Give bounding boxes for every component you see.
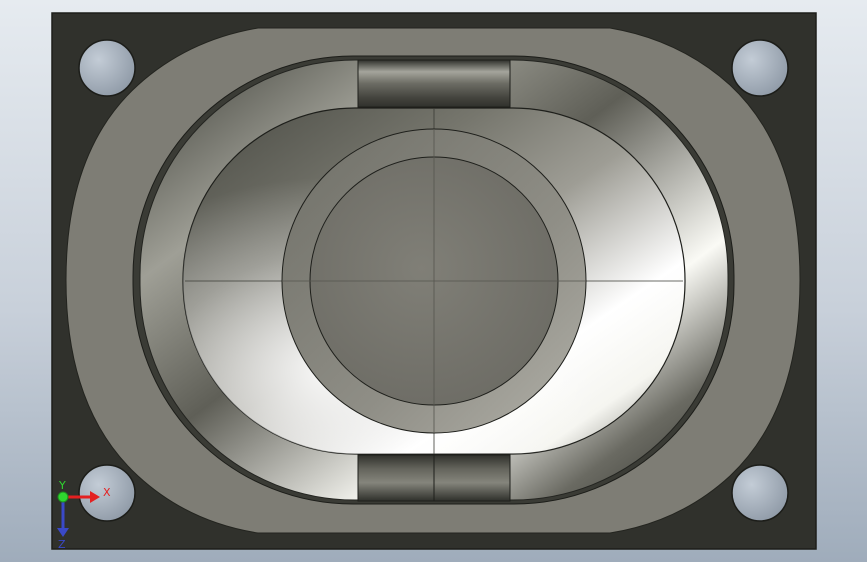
x-axis-label: X bbox=[103, 486, 111, 499]
cad-viewport[interactable]: X Y Z bbox=[0, 0, 867, 562]
mounting-hole-top-right[interactable] bbox=[731, 39, 789, 97]
y-axis-dot bbox=[57, 491, 69, 503]
mounting-hole-bottom-right[interactable] bbox=[731, 464, 789, 522]
mounting-hole-top-left[interactable] bbox=[78, 39, 136, 97]
surround-top-straight[interactable] bbox=[357, 59, 511, 108]
y-axis-label: Y bbox=[58, 479, 66, 492]
z-axis-label: Z bbox=[58, 538, 66, 551]
